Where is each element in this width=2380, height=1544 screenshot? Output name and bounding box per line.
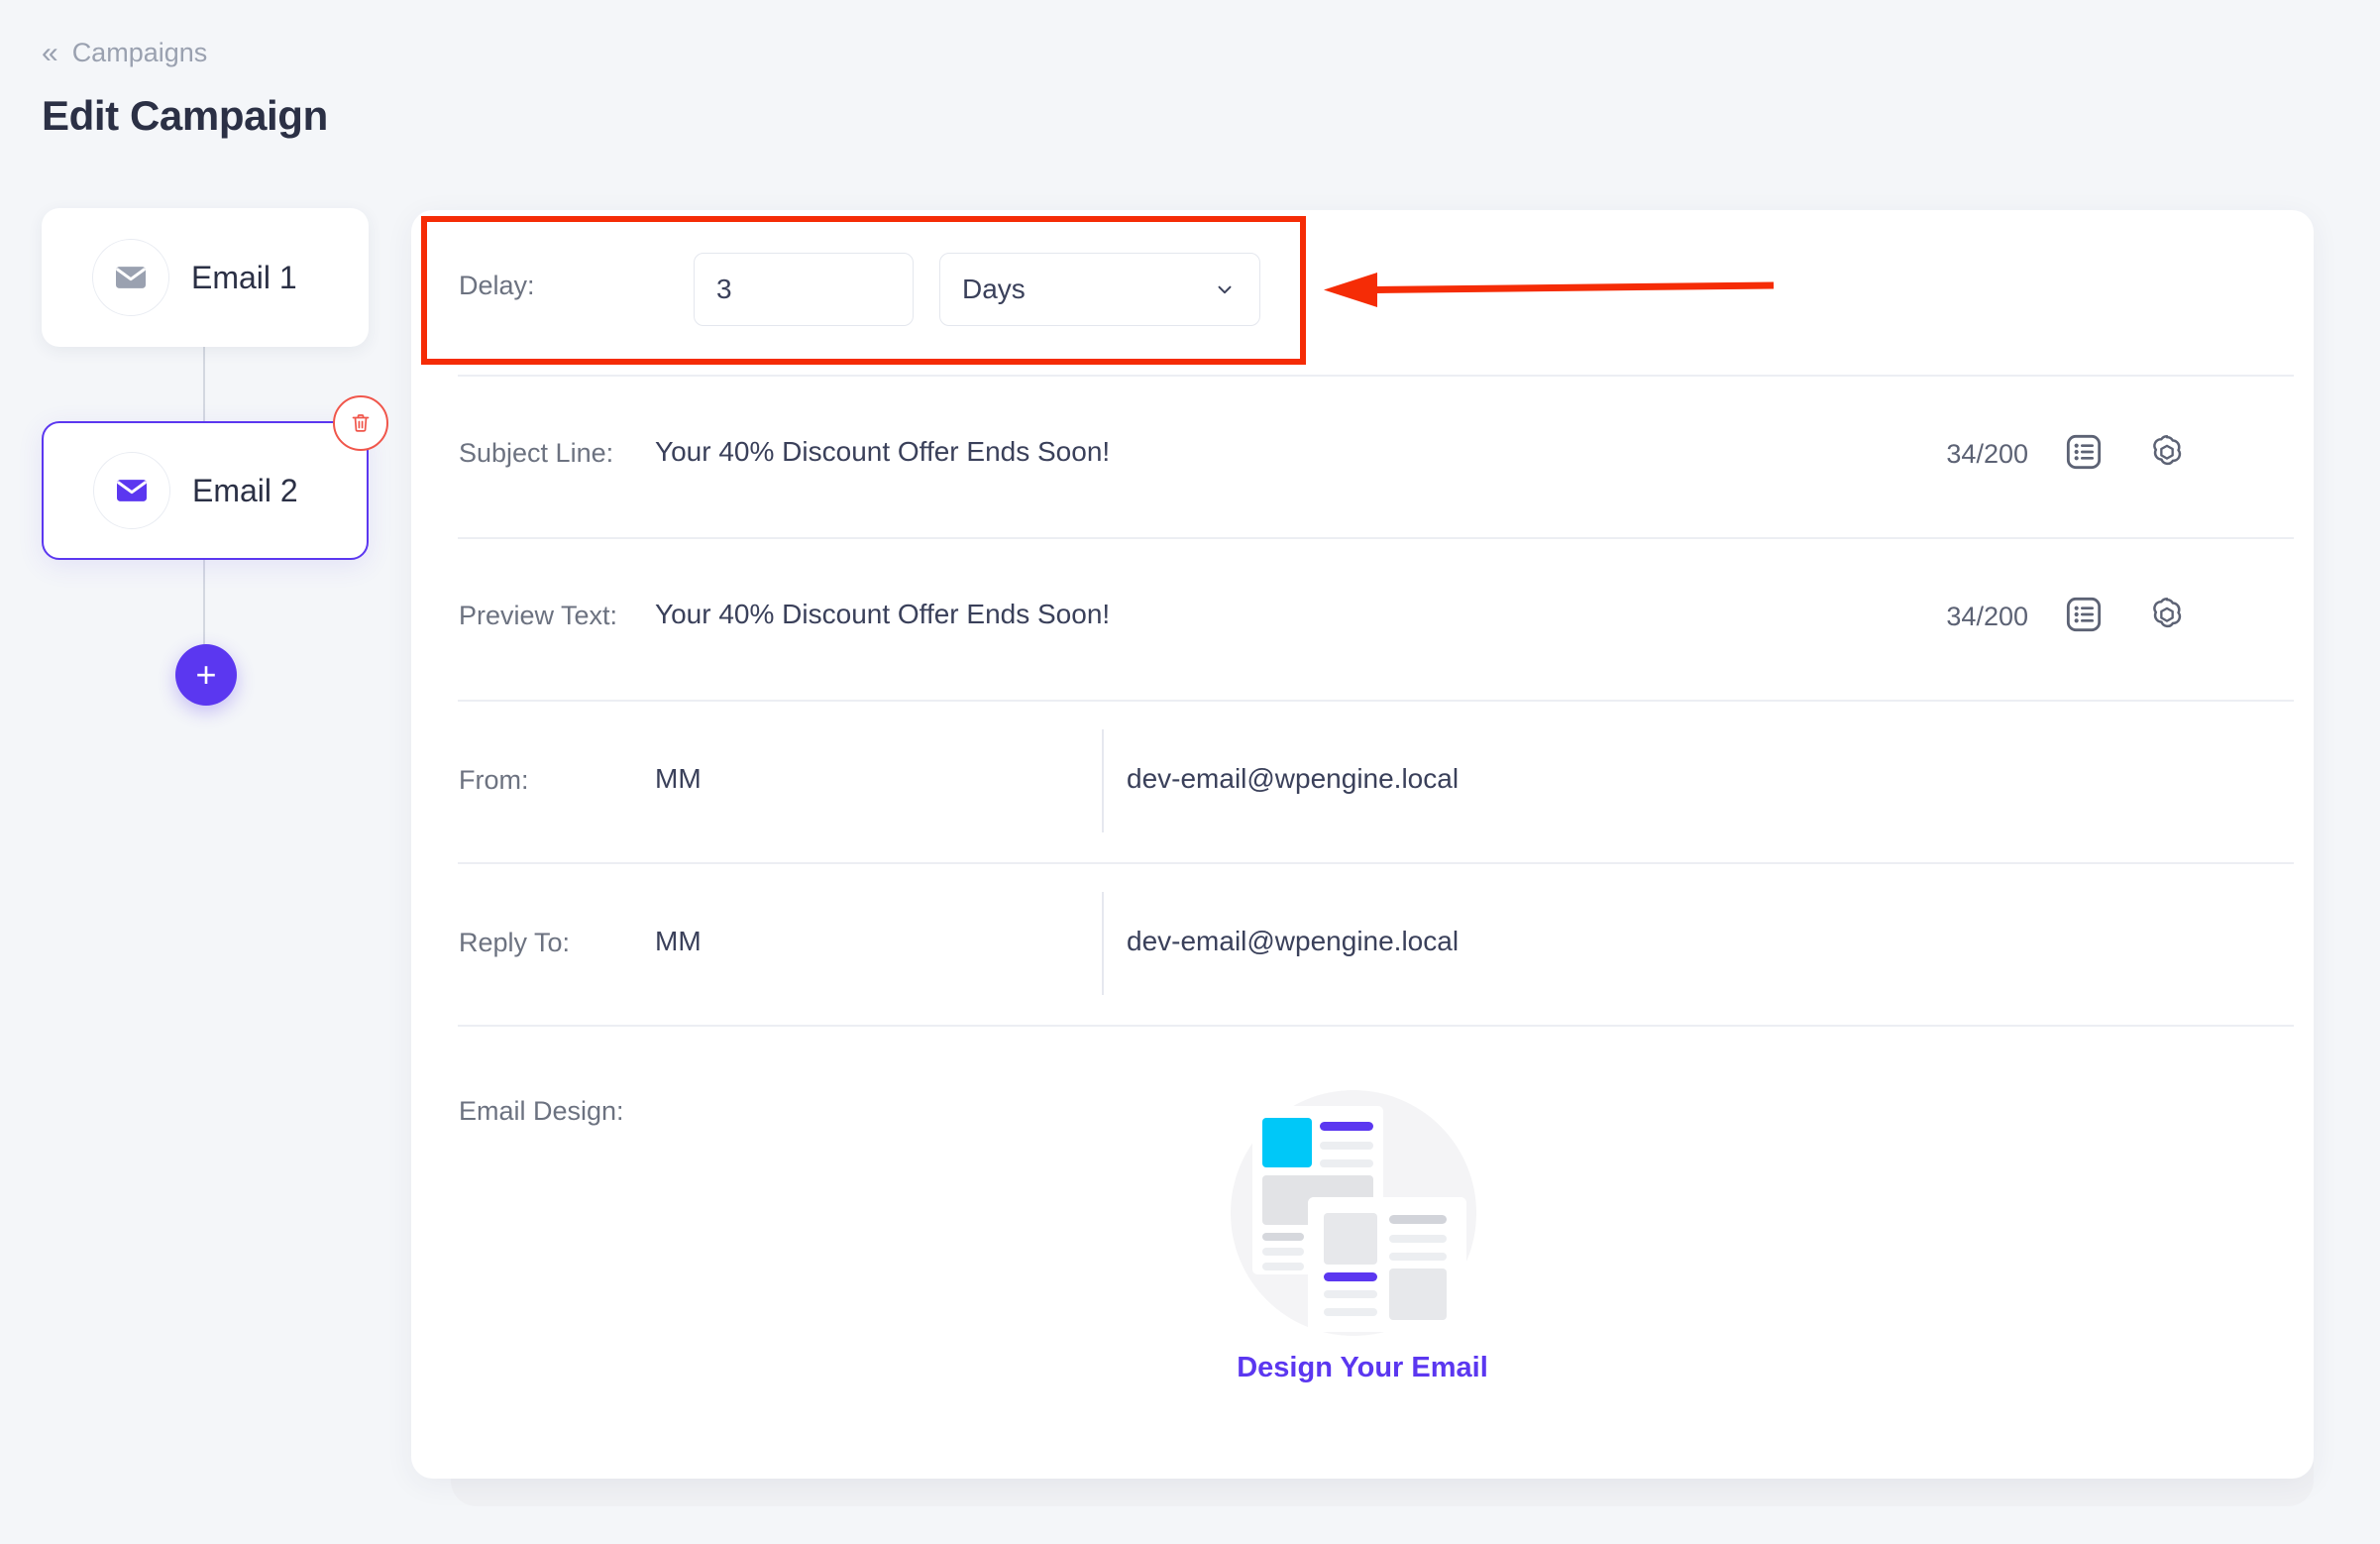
email-templates-illustration <box>1231 1090 1476 1336</box>
openai-icon <box>2153 598 2182 628</box>
delay-row: Delay: Days <box>411 210 2314 365</box>
chevron-down-icon <box>1218 285 1232 294</box>
email-design-label: Email Design: <box>459 1096 624 1126</box>
breadcrumb-campaigns[interactable]: « Campaigns <box>42 38 207 68</box>
subject-ai-generate-button[interactable] <box>2147 432 2187 472</box>
page-title: Edit Campaign <box>42 92 328 139</box>
breadcrumb-label: Campaigns <box>71 38 208 67</box>
envelope-icon <box>92 239 169 316</box>
envelope-icon <box>93 452 170 529</box>
delay-unit-select[interactable]: Days <box>939 253 1260 326</box>
flow-node-label: Email 1 <box>191 259 297 295</box>
subject-line-label: Subject Line: <box>459 438 614 468</box>
from-separator <box>1102 729 1104 832</box>
campaign-flow-rail: Email 1 Email 2 + <box>42 208 388 706</box>
subject-merge-tags-button[interactable] <box>2064 432 2104 472</box>
preview-text-row: Preview Text: Your 40% Discount Offer En… <box>411 537 2314 700</box>
reply-to-label: Reply To: <box>459 928 571 957</box>
edit-campaign-page: « Campaigns Edit Campaign Email 1 Email … <box>0 0 2380 1544</box>
preview-merge-tags-button[interactable] <box>2064 595 2104 634</box>
subject-line-counter: 34/200 <box>1946 439 2028 469</box>
flow-connector-2 <box>203 545 205 644</box>
design-your-email-label: Design Your Email <box>1237 1352 1488 1383</box>
delay-unit-value: Days <box>962 274 1026 304</box>
trash-icon <box>352 414 370 432</box>
from-email-value[interactable]: dev-email@wpengine.local <box>1127 763 1459 795</box>
reply-to-separator <box>1102 892 1104 995</box>
reply-to-name-value[interactable]: MM <box>655 926 702 957</box>
email-design-row: Email Design: Design Your Email <box>411 1025 2314 1479</box>
from-row: From: MM dev-email@wpengine.local <box>411 700 2314 862</box>
reply-to-email-value[interactable]: dev-email@wpengine.local <box>1127 926 1459 957</box>
from-name-value[interactable]: MM <box>655 763 702 795</box>
preview-text-value[interactable]: Your 40% Discount Offer Ends Soon! <box>655 599 1110 630</box>
chevron-double-left-icon: « <box>42 36 58 69</box>
subject-line-value[interactable]: Your 40% Discount Offer Ends Soon! <box>655 436 1110 468</box>
delay-value-input[interactable] <box>694 253 914 326</box>
preview-text-label: Preview Text: <box>459 601 618 630</box>
flow-node-email-1[interactable]: Email 1 <box>42 208 369 347</box>
flow-node-label: Email 2 <box>192 472 298 508</box>
preview-text-counter: 34/200 <box>1946 602 2028 631</box>
subject-line-row: Subject Line: Your 40% Discount Offer En… <box>411 375 2314 537</box>
flow-node-email-2[interactable]: Email 2 <box>42 395 388 560</box>
preview-ai-generate-button[interactable] <box>2147 595 2187 634</box>
design-your-email-link[interactable]: Design Your Email <box>411 1352 2314 1384</box>
delay-label: Delay: <box>459 271 535 300</box>
email-settings-card: Delay: Days Subject Line: Your 40% Disco… <box>411 210 2314 1479</box>
add-step-button[interactable]: + <box>175 644 237 706</box>
delete-email-button[interactable] <box>333 395 388 451</box>
from-label: From: <box>459 765 529 795</box>
openai-icon <box>2153 435 2182 466</box>
reply-to-row: Reply To: MM dev-email@wpengine.local <box>411 862 2314 1025</box>
